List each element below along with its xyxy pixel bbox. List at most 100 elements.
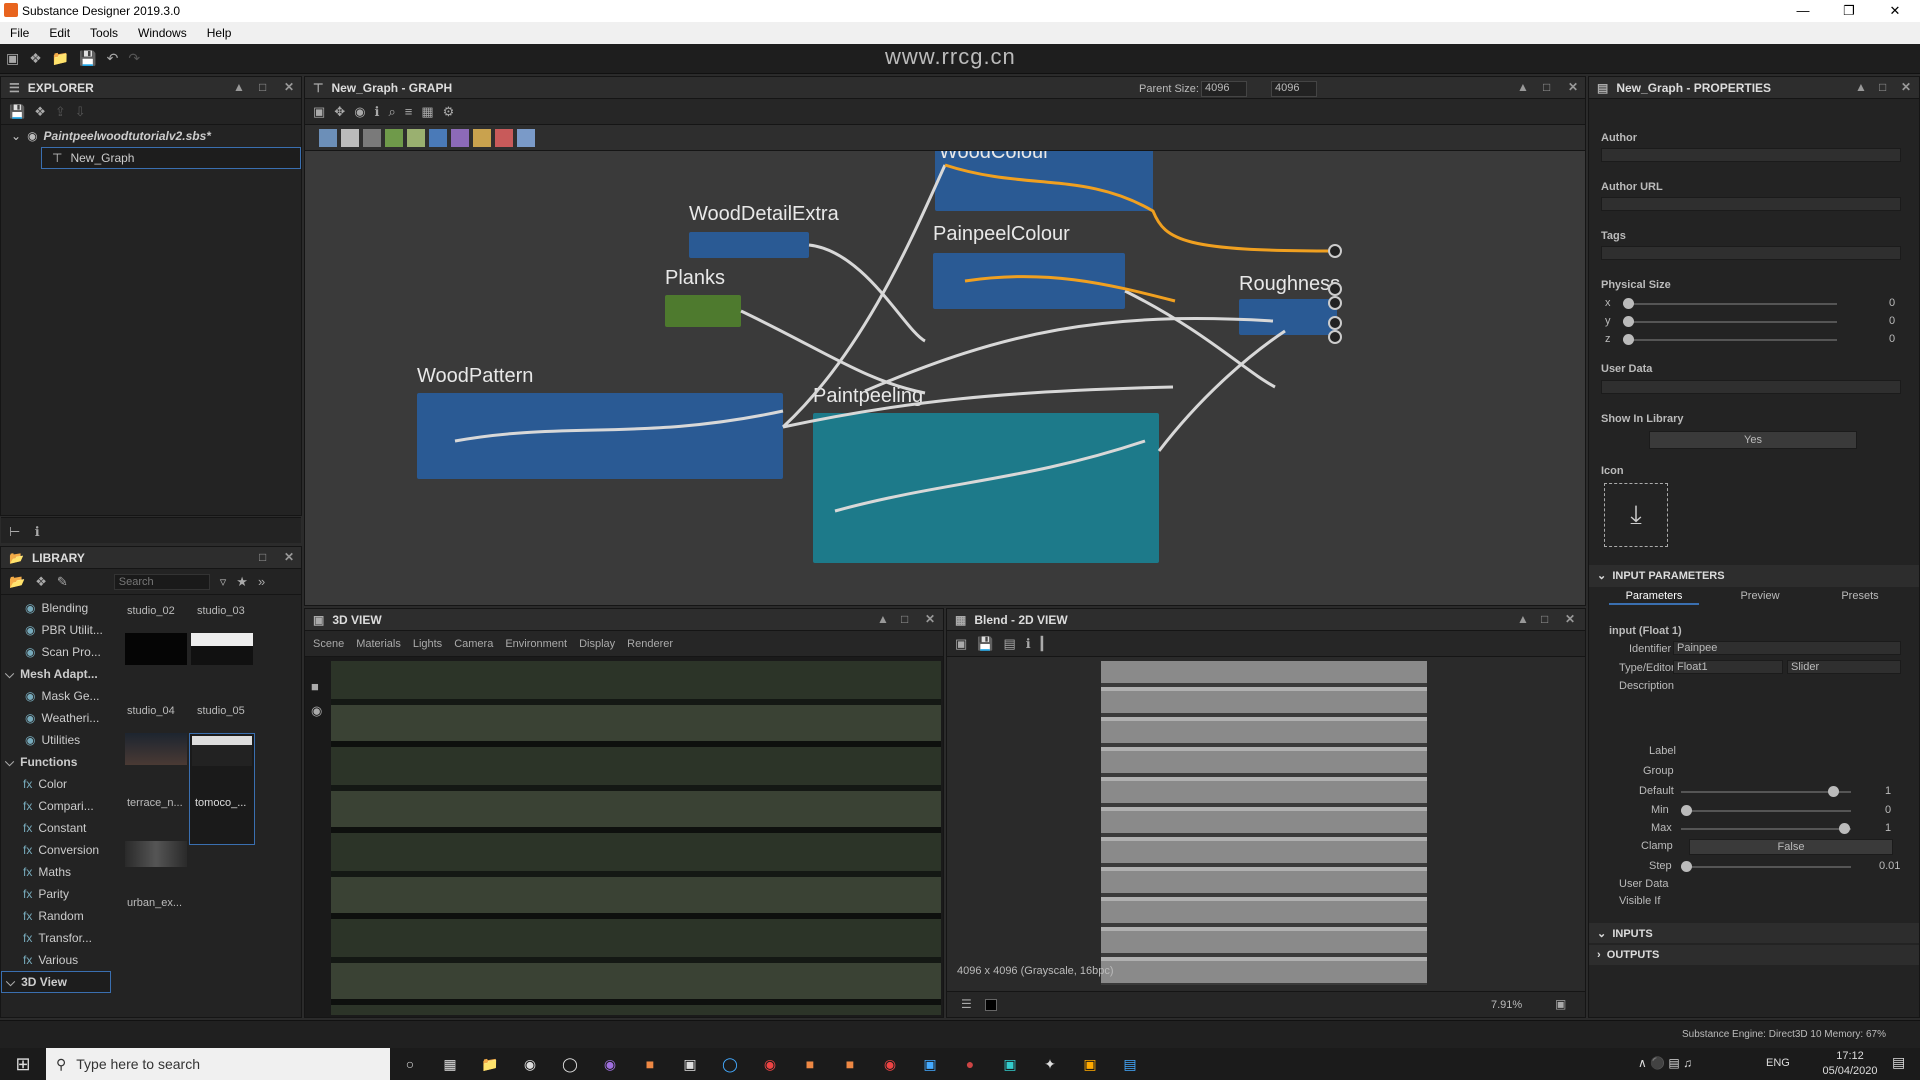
- close-icon[interactable]: ✕: [284, 80, 294, 94]
- substance-icon[interactable]: ■: [830, 1056, 870, 1072]
- output-node[interactable]: [1328, 244, 1342, 258]
- menu-display[interactable]: Display: [579, 638, 615, 650]
- new-graph-icon[interactable]: ❖: [29, 50, 42, 67]
- app-icon[interactable]: ◉: [870, 1056, 910, 1073]
- epic-games-icon[interactable]: ▣: [670, 1056, 710, 1073]
- clamp-toggle[interactable]: False: [1689, 839, 1893, 855]
- author-url-field[interactable]: [1601, 197, 1901, 211]
- pin-icon[interactable]: ▲: [1517, 612, 1529, 626]
- add-resource-icon[interactable]: ❖: [35, 574, 47, 590]
- editor-select[interactable]: Slider: [1787, 660, 1901, 674]
- tray-icons[interactable]: ∧ ⚫ ▤ ♫: [1638, 1056, 1692, 1070]
- menu-camera[interactable]: Camera: [454, 638, 493, 650]
- pin-icon[interactable]: ▲: [1517, 80, 1529, 94]
- open-folder-icon[interactable]: 📁: [52, 50, 69, 67]
- copy-icon[interactable]: ▣: [955, 636, 967, 652]
- text-node-icon[interactable]: [495, 128, 513, 147]
- thumb-tomoco-selected[interactable]: [189, 733, 255, 845]
- library-tree-item[interactable]: ◉ Blending: [1, 597, 111, 619]
- new-package-icon[interactable]: ▣: [6, 50, 19, 67]
- app-icon[interactable]: ▣: [1070, 1056, 1110, 1073]
- bitmap-node-icon[interactable]: [319, 128, 337, 147]
- library-tree-item[interactable]: ◉ PBR Utilit...: [1, 619, 111, 641]
- identifier-field[interactable]: Painpee: [1673, 641, 1901, 655]
- menu-tools[interactable]: Tools: [80, 26, 128, 40]
- library-tree-item[interactable]: ◉ Utilities: [1, 729, 111, 751]
- 3d-viewport-wood[interactable]: [331, 661, 941, 1015]
- pin-icon[interactable]: ▲: [1855, 80, 1867, 94]
- align-icon[interactable]: ≡: [405, 104, 413, 119]
- info-icon[interactable]: ℹ: [375, 104, 380, 120]
- library-search-input[interactable]: Search: [113, 573, 210, 590]
- camera-icon[interactable]: ◉: [354, 104, 365, 120]
- thumb-studio-03[interactable]: [191, 633, 253, 665]
- tools-icon[interactable]: ⚙: [443, 104, 455, 120]
- save-image-icon[interactable]: 💾: [977, 636, 993, 652]
- library-group[interactable]: ⌵ Mesh Adapt...: [1, 663, 111, 685]
- blend-node-icon[interactable]: [363, 128, 381, 147]
- app-icon[interactable]: ■: [630, 1056, 670, 1072]
- fx-map-node-icon[interactable]: [517, 128, 535, 147]
- app-icon[interactable]: ●: [950, 1056, 990, 1072]
- curve-node-icon[interactable]: [385, 128, 403, 147]
- close-icon[interactable]: ✕: [1901, 80, 1911, 94]
- add-folder-icon[interactable]: 📂: [9, 574, 25, 590]
- close-window-button[interactable]: ✕: [1872, 0, 1918, 22]
- pin-icon[interactable]: ▲: [233, 80, 245, 94]
- output-node[interactable]: [1328, 296, 1342, 310]
- close-icon[interactable]: ✕: [1568, 80, 1578, 94]
- black-bg-swatch[interactable]: [985, 999, 997, 1011]
- pin-icon[interactable]: ▲: [877, 612, 889, 626]
- parent-size-x-select[interactable]: 4096: [1201, 81, 1247, 97]
- lock-icon[interactable]: ▣: [1555, 997, 1566, 1011]
- output-node[interactable]: [1328, 282, 1342, 296]
- app-icon[interactable]: ◯: [710, 1056, 750, 1073]
- app-icon[interactable]: ■: [790, 1056, 830, 1072]
- cortana-icon[interactable]: ○: [390, 1056, 430, 1072]
- max-slider[interactable]: [1681, 823, 1851, 834]
- close-icon[interactable]: ✕: [925, 612, 935, 626]
- move-icon[interactable]: ✥: [334, 104, 345, 120]
- menu-materials[interactable]: Materials: [356, 638, 401, 650]
- library-tree-item[interactable]: fx Transfor...: [1, 927, 111, 949]
- download-icon[interactable]: ⤓: [1604, 483, 1668, 547]
- expand-icon[interactable]: »: [258, 574, 265, 589]
- parent-size-y-select[interactable]: 4096: [1271, 81, 1317, 97]
- desktop-icon[interactable]: ▤: [1110, 1056, 1150, 1073]
- clock-date[interactable]: 05/04/2020: [1816, 1065, 1884, 1077]
- app-icon[interactable]: ◉: [510, 1056, 550, 1073]
- user-data-field[interactable]: [1601, 380, 1901, 394]
- search-icon[interactable]: ⌕: [389, 104, 396, 120]
- file-explorer-icon[interactable]: 📁: [470, 1056, 510, 1073]
- frame-icon[interactable]: ▣: [313, 104, 325, 120]
- float-icon[interactable]: □: [1543, 80, 1550, 94]
- library-tree-item[interactable]: fx Various: [1, 949, 111, 971]
- library-tree-item[interactable]: fx Parity: [1, 883, 111, 905]
- layout-icon[interactable]: ▦: [421, 104, 433, 120]
- physical-x-slider[interactable]: [1623, 298, 1837, 309]
- library-tree-item[interactable]: ◉ Scan Pro...: [1, 641, 111, 663]
- default-slider[interactable]: [1681, 786, 1851, 797]
- menu-windows[interactable]: Windows: [128, 26, 197, 40]
- step-slider[interactable]: [1681, 861, 1851, 872]
- library-tree-item[interactable]: fx Color: [1, 773, 111, 795]
- library-tree-item[interactable]: fx Compari...: [1, 795, 111, 817]
- save-package-icon[interactable]: 💾: [9, 104, 25, 120]
- hsl-node-icon[interactable]: [451, 128, 469, 147]
- thumb-terrace[interactable]: [125, 733, 187, 765]
- uniform-node-icon[interactable]: [341, 128, 359, 147]
- library-group[interactable]: ⌵ Functions: [1, 751, 111, 773]
- library-tree-item[interactable]: ◉ Weatheri...: [1, 707, 111, 729]
- menu-renderer[interactable]: Renderer: [627, 638, 673, 650]
- favorite-icon[interactable]: ★: [236, 574, 248, 590]
- graph-row[interactable]: ⊤ New_Graph: [41, 147, 301, 169]
- close-icon[interactable]: ✕: [1565, 612, 1575, 626]
- package-row[interactable]: ⌄ ◉ Paintpeelwoodtutorialv2.sbs*: [1, 125, 301, 147]
- menu-environment[interactable]: Environment: [505, 638, 567, 650]
- language-indicator[interactable]: ENG: [1766, 1057, 1790, 1069]
- histogram-icon[interactable]: ▎: [1041, 636, 1051, 652]
- library-tree-item[interactable]: ◉ Mask Ge...: [1, 685, 111, 707]
- thumb-urban[interactable]: [125, 841, 187, 867]
- tree-icon[interactable]: ⊢: [9, 524, 20, 539]
- export-icon[interactable]: ⇪: [55, 104, 66, 120]
